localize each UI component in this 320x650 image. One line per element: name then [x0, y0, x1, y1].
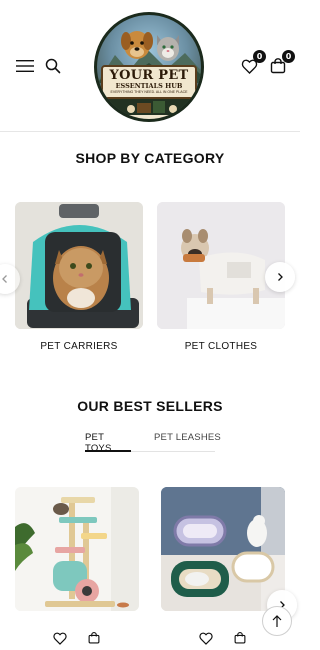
category-section-title: SHOP BY CATEGORY: [75, 150, 225, 166]
wishlist-count-badge: 0: [253, 50, 266, 63]
logo-tagline: EVERYTHING THEY NEED. ALL IN ONE PLACE: [110, 90, 188, 94]
category-label-pet-carriers[interactable]: PET CARRIERS: [15, 341, 143, 352]
chevron-left-icon: [2, 275, 7, 283]
logo-banner: YOUR PET ESSENTIALS HUB EVERYTHING THEY …: [101, 65, 197, 99]
logo-subtitle: ESSENTIALS HUB: [115, 82, 183, 90]
pet-carrier-photo: [15, 202, 143, 329]
cart-count-badge: 0: [282, 50, 295, 63]
product-1-add-to-cart-button[interactable]: [86, 630, 102, 646]
tab-active-indicator: [85, 450, 131, 452]
shopping-bag-icon: [88, 632, 100, 644]
product-image-cat-tree[interactable]: [15, 487, 139, 611]
cat-graphic: [157, 35, 179, 61]
site-header: YOUR PET ESSENTIALS HUB EVERYTHING THEY …: [0, 0, 300, 132]
product-2-add-to-cart-button[interactable]: [232, 630, 248, 646]
cart-button[interactable]: 0: [267, 50, 295, 76]
search-button[interactable]: [43, 56, 63, 76]
cat-scratcher-photo: [161, 487, 285, 611]
product-1-wishlist-button[interactable]: [52, 630, 68, 646]
brand-logo[interactable]: YOUR PET ESSENTIALS HUB EVERYTHING THEY …: [94, 12, 204, 122]
logo-title: YOUR PET: [109, 68, 189, 83]
logo-products-graphic: [115, 101, 189, 119]
menu-button[interactable]: [14, 56, 36, 76]
heart-icon: [199, 632, 213, 645]
product-image-cat-scratcher-bed[interactable]: [161, 487, 285, 611]
tab-pet-leashes[interactable]: PET LEASHES: [154, 432, 221, 443]
hamburger-icon: [16, 60, 34, 72]
cat-tree-photo: [15, 487, 139, 611]
product-2-wishlist-button[interactable]: [198, 630, 214, 646]
dog-graphic: [121, 31, 153, 59]
wishlist-button[interactable]: 0: [238, 50, 266, 76]
category-next-button[interactable]: [265, 262, 295, 292]
chevron-right-icon: [278, 273, 283, 281]
category-image-pet-carriers[interactable]: [15, 202, 143, 329]
best-sellers-title: OUR BEST SELLERS: [77, 398, 223, 414]
category-label-pet-clothes[interactable]: PET CLOTHES: [157, 341, 285, 352]
heart-icon: [53, 632, 67, 645]
category-image-pet-clothes[interactable]: [157, 202, 285, 329]
pet-clothes-photo: [157, 202, 285, 329]
logo-footer-band: [97, 99, 201, 119]
arrow-up-icon: [272, 615, 282, 627]
search-icon: [45, 58, 61, 74]
scroll-to-top-button[interactable]: [262, 606, 292, 636]
shopping-bag-icon: [234, 632, 246, 644]
